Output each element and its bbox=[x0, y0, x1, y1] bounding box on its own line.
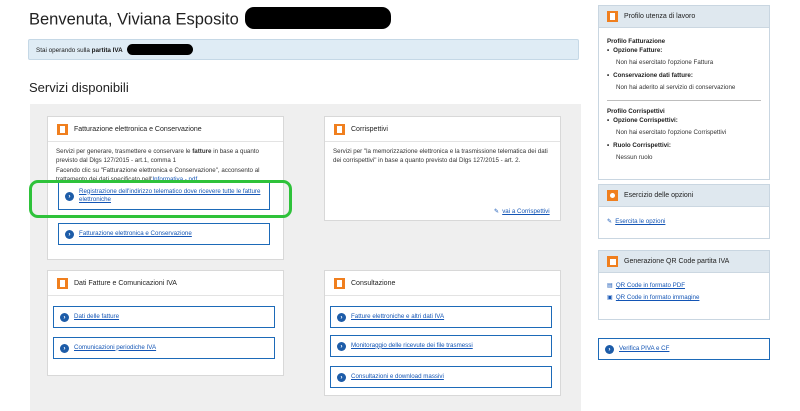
card-fatturazione-header: Fatturazione elettronica e Conservazione bbox=[48, 117, 283, 142]
profilo-title: Profilo utenza di lavoro bbox=[624, 13, 696, 20]
fatture-elettroniche-label: Fatture elettroniche e altri dati IVA bbox=[351, 312, 445, 320]
notice-bold: partita IVA bbox=[91, 47, 123, 55]
qr-image-link[interactable]: ▣ QR Code in formato immagine bbox=[607, 294, 699, 301]
comunicazioni-iva-button[interactable]: › Comunicazioni periodiche IVA bbox=[53, 337, 275, 359]
arrow-right-icon: › bbox=[60, 312, 69, 322]
arrow-right-icon: › bbox=[60, 343, 69, 353]
opzione-corrispettivi-value: Non hai esercitato l'opzione Corrispetti… bbox=[616, 129, 727, 136]
vai-corrispettivi-label: vai a Corrispettivi bbox=[502, 208, 550, 215]
user-icon bbox=[607, 11, 618, 22]
card-consultazione-title: Consultazione bbox=[351, 279, 396, 287]
gear-icon bbox=[607, 190, 618, 201]
arrow-right-icon: › bbox=[65, 229, 74, 239]
card-corrispettivi-header: Corrispettivi bbox=[325, 117, 560, 142]
esercizio-header: Esercizio delle opzioni bbox=[599, 185, 769, 207]
operating-notice: Stai operando sulla partita IVA bbox=[28, 39, 579, 60]
qr-body: ▤ QR Code in formato PDF ▣ QR Code in form… bbox=[599, 273, 769, 310]
vai-corrispettivi-link[interactable]: ✎ vai a Corrispettivi bbox=[494, 208, 550, 215]
profilo-header: Profilo utenza di lavoro bbox=[599, 6, 769, 28]
section-title: Servizi disponibili bbox=[29, 80, 129, 95]
card-corrispettivi-title: Corrispettivi bbox=[351, 125, 388, 133]
divider bbox=[607, 100, 761, 101]
monitoraggio-button[interactable]: › Monitoraggio delle ricevute dei file t… bbox=[330, 335, 552, 357]
qr-image-label: QR Code in formato immagine bbox=[615, 294, 700, 301]
conservazione-label: Conservazione dati fatture: bbox=[607, 71, 761, 80]
card-dati-fatture-title: Dati Fatture e Comunicazioni IVA bbox=[74, 279, 177, 287]
fatturazione-conservazione-button[interactable]: › Fatturazione elettronica e Conservazio… bbox=[58, 223, 270, 245]
card-dati-fatture-header: Dati Fatture e Comunicazioni IVA bbox=[48, 271, 283, 296]
arrow-right-icon: › bbox=[337, 372, 346, 382]
edit-icon: ✎ bbox=[494, 208, 500, 215]
profilo-corrispettivi-title: Profilo Corrispettivi bbox=[607, 108, 665, 115]
verifica-piva-label: Verifica PIVA e CF bbox=[619, 344, 670, 352]
qr-header: Generazione QR Code partita IVA bbox=[599, 251, 769, 273]
card-corrispettivi-desc: Servizi per "la memorizzazione elettroni… bbox=[333, 148, 548, 165]
ruolo-value: Nessun ruolo bbox=[616, 154, 653, 161]
document-icon bbox=[334, 277, 345, 289]
esercizio-panel: Esercizio delle opzioni ✎ Esercita le opz… bbox=[598, 184, 770, 239]
dati-fatture-label: Dati delle fatture bbox=[74, 312, 120, 320]
card-fatturazione-desc: Servizi per generare, trasmettere e cons… bbox=[48, 142, 283, 184]
document-icon bbox=[57, 123, 68, 135]
opzione-fatture-value: Non hai esercitato l'opzione Fattura bbox=[616, 59, 714, 66]
desc-bold: fatture bbox=[192, 148, 212, 155]
monitoraggio-label: Monitoraggio delle ricevute dei file tra… bbox=[351, 341, 473, 349]
consultazioni-download-button[interactable]: › Consultazioni e download massivi bbox=[330, 366, 552, 388]
profilo-fatturazione-title: Profilo Fatturazione bbox=[607, 38, 666, 45]
file-icon: ▤ bbox=[607, 282, 613, 289]
redacted-piva bbox=[126, 44, 193, 55]
qr-pdf-label: QR Code in formato PDF bbox=[615, 282, 685, 289]
esercita-opzioni-link[interactable]: ✎ Esercita le opzioni bbox=[607, 218, 665, 225]
fatturazione-conservazione-label: Fatturazione elettronica e Conservazione bbox=[79, 229, 192, 237]
card-consultazione-header: Consultazione bbox=[325, 271, 560, 296]
qr-title: Generazione QR Code partita IVA bbox=[624, 258, 730, 265]
esercizio-body: ✎ Esercita le opzioni bbox=[599, 207, 769, 232]
welcome-heading: Benvenuta, Viviana Esposito bbox=[29, 7, 391, 31]
desc-part-1: Servizi per generare, trasmettere e cons… bbox=[56, 148, 191, 155]
conservazione-value: Non hai aderito al servizio di conservaz… bbox=[616, 84, 736, 91]
arrow-right-icon: › bbox=[337, 312, 346, 322]
redacted-surname bbox=[244, 7, 391, 29]
welcome-text: Benvenuta, Viviana Esposito bbox=[29, 10, 239, 29]
comunicazioni-iva-label: Comunicazioni periodiche IVA bbox=[74, 343, 157, 351]
arrow-right-icon: › bbox=[337, 341, 346, 351]
consultazioni-download-label: Consultazioni e download massivi bbox=[351, 372, 444, 380]
qr-pdf-link[interactable]: ▤ QR Code in formato PDF bbox=[607, 282, 685, 289]
arrow-right-icon: › bbox=[605, 344, 614, 354]
document-icon bbox=[334, 123, 345, 135]
card-fatturazione-title: Fatturazione elettronica e Conservazione bbox=[74, 125, 202, 133]
document-icon bbox=[57, 277, 68, 289]
image-icon: ▣ bbox=[607, 294, 613, 301]
esercita-opzioni-label: Esercita le opzioni bbox=[615, 218, 666, 225]
edit-icon: ✎ bbox=[607, 218, 613, 225]
profilo-body: Profilo Fatturazione Opzione Fatture: No… bbox=[599, 28, 769, 168]
opzione-corrispettivi-label: Opzione Corrispettivi: bbox=[607, 116, 761, 125]
esercizio-title: Esercizio delle opzioni bbox=[624, 192, 694, 199]
opzione-fatture-label: Opzione Fatture: bbox=[607, 46, 761, 55]
highlight-ring bbox=[29, 180, 292, 218]
ruolo-label: Ruolo Corrispettivi: bbox=[607, 141, 761, 150]
card-corrispettivi: Corrispettivi Servizi per "la memorizzaz… bbox=[324, 116, 561, 221]
verifica-piva-button[interactable]: › Verifica PIVA e CF bbox=[598, 338, 770, 360]
notice-prefix: Stai operando sulla bbox=[36, 47, 90, 55]
dati-fatture-button[interactable]: › Dati delle fatture bbox=[53, 306, 275, 328]
qr-code-icon bbox=[607, 256, 618, 267]
qr-panel: Generazione QR Code partita IVA ▤ QR Code… bbox=[598, 250, 770, 320]
profilo-panel: Profilo utenza di lavoro Profilo Fattura… bbox=[598, 5, 770, 180]
fatture-elettroniche-button[interactable]: › Fatture elettroniche e altri dati IVA bbox=[330, 306, 552, 328]
